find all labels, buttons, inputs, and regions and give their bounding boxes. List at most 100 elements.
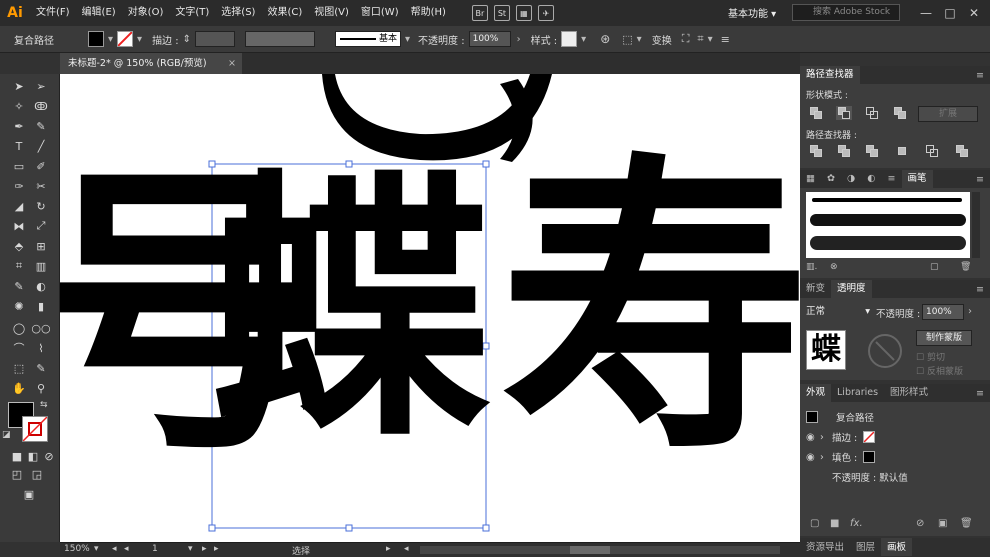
stepper-icon[interactable]: ⇕: [183, 34, 191, 45]
perspective-grid-tool-icon[interactable]: ⊞: [32, 238, 50, 254]
default-colors-icon[interactable]: ◪: [2, 430, 11, 440]
tab-stroke-icon[interactable]: ≡: [882, 170, 902, 188]
tab-layers[interactable]: 图层: [850, 538, 881, 556]
brush-stroke-1[interactable]: [812, 198, 962, 202]
chevron-down-icon[interactable]: ▾: [708, 34, 713, 45]
horizontal-scrollbar[interactable]: [420, 546, 780, 554]
close-window-icon[interactable]: ✕: [962, 0, 986, 26]
menu-item-4[interactable]: 选择(S): [215, 0, 261, 26]
handle-bottom-right[interactable]: [482, 524, 490, 532]
tab-transparency[interactable]: 透明度: [831, 280, 872, 298]
grid-layout-icon[interactable]: ▦: [515, 5, 532, 21]
new-stroke-icon[interactable]: ▢: [810, 518, 819, 529]
scrollbar-thumb[interactable]: [570, 546, 610, 554]
chevron-down-icon[interactable]: ▾: [188, 544, 193, 554]
brush-stroke-3[interactable]: [810, 236, 966, 250]
new-brush-icon[interactable]: ▢: [930, 262, 939, 272]
artboard-number[interactable]: 1: [152, 544, 158, 554]
transparency-opacity-field[interactable]: 100%: [922, 304, 964, 320]
maximize-icon[interactable]: □: [938, 0, 962, 26]
brush-scrollbar[interactable]: [972, 192, 980, 258]
appearance-object-row[interactable]: 复合路径: [806, 408, 984, 426]
document-tab[interactable]: 未标题-2* @ 150% (RGB/预览) ×: [60, 53, 242, 74]
next-artboard-icon[interactable]: ▸: [202, 544, 207, 554]
tab-guide-icon[interactable]: ◐: [861, 170, 881, 188]
symbol-sprayer-tool-icon[interactable]: ✺: [10, 298, 28, 314]
puppet-warp-tool-icon[interactable]: ✎: [32, 360, 50, 376]
chevron-right-icon[interactable]: ›: [820, 432, 832, 443]
stroke-color-box[interactable]: [22, 416, 48, 442]
stock-search-input[interactable]: 搜索 Adobe Stock: [792, 4, 900, 21]
menu-item-8[interactable]: 帮助(H): [405, 0, 452, 26]
screen-mode-icon[interactable]: ▣: [20, 486, 38, 502]
blend-tool-icon[interactable]: ◐: [32, 278, 50, 294]
status-menu-icon[interactable]: ▸: [386, 544, 391, 554]
pen-tool-icon[interactable]: ✒: [10, 118, 28, 134]
warp-tool-icon[interactable]: ⌇: [32, 340, 50, 356]
expand-button[interactable]: 扩展: [918, 106, 978, 122]
merge-icon[interactable]: [864, 144, 880, 158]
stroke-row-swatch[interactable]: [863, 431, 876, 443]
tab-asset-export[interactable]: 资源导出: [800, 538, 850, 556]
reflect-tool-icon[interactable]: ⧓: [10, 218, 28, 234]
appearance-opacity-row[interactable]: 不透明度 : 默认值: [806, 468, 984, 486]
width-tool-icon[interactable]: ⌒: [10, 340, 28, 356]
panel-menu-icon[interactable]: ≡: [721, 33, 730, 46]
appearance-fill-row[interactable]: ◉ › 填色 :: [806, 448, 984, 466]
menu-item-1[interactable]: 编辑(E): [76, 0, 122, 26]
recolor-icon[interactable]: ⊛: [600, 32, 610, 46]
calligraphy-glyph-selected[interactable]: 蝶: [210, 170, 490, 450]
invert-mask-checkbox[interactable]: ☐ 反相蒙版: [916, 364, 963, 377]
fill-swatch[interactable]: [88, 31, 104, 47]
direct-selection-tool-icon[interactable]: ➢: [32, 78, 50, 94]
last-artboard-icon[interactable]: ▸: [214, 544, 219, 554]
chevron-down-icon[interactable]: ▾: [581, 34, 586, 45]
panel-menu-icon[interactable]: ≡: [976, 70, 984, 81]
tab-graphic-styles[interactable]: 图形样式: [884, 384, 934, 402]
menu-item-6[interactable]: 视图(V): [308, 0, 355, 26]
shape-builder-tool-icon[interactable]: ⬘: [10, 238, 28, 254]
artboard-canvas[interactable]: 号 蝶 寿: [60, 74, 800, 542]
stock-icon[interactable]: St: [493, 5, 510, 21]
brush-definition-field[interactable]: 基本: [335, 31, 402, 47]
arrange-icon[interactable]: ⌗: [697, 32, 703, 46]
handle-bottom-left[interactable]: [208, 524, 216, 532]
tab-pathfinder[interactable]: 路径查找器: [800, 66, 860, 84]
panel-menu-icon[interactable]: ≡: [976, 388, 984, 399]
chevron-right-icon[interactable]: ›: [820, 452, 832, 463]
chevron-right-icon[interactable]: ›: [968, 306, 972, 317]
brush-import-icon[interactable]: ⊗: [830, 262, 838, 272]
minus-front-icon[interactable]: [836, 106, 852, 120]
rotate-tool-icon[interactable]: ↻: [32, 198, 50, 214]
chevron-down-icon[interactable]: ▾: [405, 34, 410, 45]
curvature-tool-icon[interactable]: ✎: [32, 118, 50, 134]
eraser-tool-icon[interactable]: ◢: [10, 198, 28, 214]
column-graph-tool-icon[interactable]: ▮: [32, 298, 50, 314]
line-tool-icon[interactable]: ╱: [32, 138, 50, 154]
artboard-tool-icon[interactable]: ◯: [10, 320, 28, 336]
stroke-swatch[interactable]: [117, 31, 134, 47]
type-tool-icon[interactable]: T: [10, 138, 28, 154]
chevron-down-icon[interactable]: ▾: [637, 34, 642, 45]
paintbrush-tool-icon[interactable]: ✐: [32, 158, 50, 174]
gpu-icon[interactable]: ✈: [537, 5, 554, 21]
stroke-weight-field[interactable]: [195, 31, 236, 47]
eye-icon[interactable]: ◉: [806, 452, 820, 463]
hand-tool-icon[interactable]: ✋: [10, 380, 28, 396]
delete-brush-icon[interactable]: 🗑: [960, 262, 971, 272]
zoom-tool-icon[interactable]: ⚲: [32, 380, 50, 396]
scissors-tool-icon[interactable]: ✂: [32, 178, 50, 194]
brush-libraries-menu-icon[interactable]: ▥.: [806, 262, 817, 272]
chevron-down-icon[interactable]: ▾: [108, 34, 113, 45]
bridge-icon[interactable]: Br: [471, 5, 488, 21]
tab-color-icon[interactable]: ◑: [841, 170, 861, 188]
draw-behind-icon[interactable]: ◲: [28, 466, 46, 482]
tab-gradient[interactable]: 新变: [800, 280, 831, 298]
panel-menu-icon[interactable]: ≡: [976, 174, 984, 185]
chevron-down-icon[interactable]: ▾: [94, 544, 99, 554]
exclude-icon[interactable]: [892, 106, 908, 120]
tab-brushes[interactable]: 画笔: [901, 170, 933, 188]
outline-icon[interactable]: [924, 144, 940, 158]
slice-tool-icon[interactable]: ○○: [31, 320, 50, 336]
trim-icon[interactable]: [836, 144, 852, 158]
